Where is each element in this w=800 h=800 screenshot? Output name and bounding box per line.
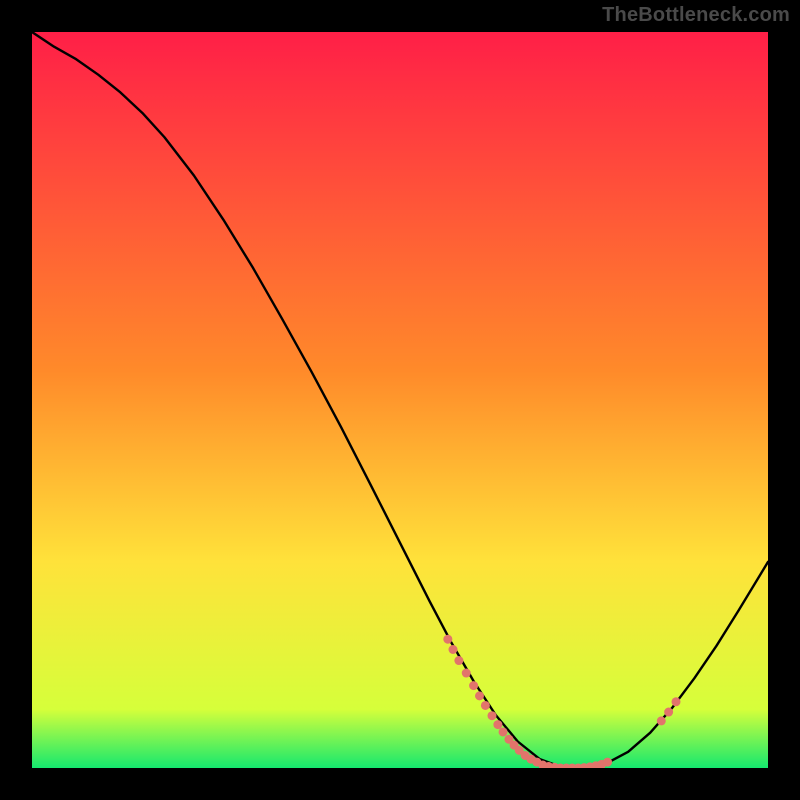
data-point	[454, 656, 463, 665]
data-point	[462, 669, 471, 678]
chart-svg	[32, 32, 768, 768]
data-point	[603, 758, 612, 767]
data-point	[488, 711, 497, 720]
data-point	[469, 681, 478, 690]
data-point	[443, 635, 452, 644]
data-point	[481, 701, 490, 710]
data-point	[448, 645, 457, 654]
plot-area	[32, 32, 768, 768]
data-point	[499, 727, 508, 736]
gradient-background	[32, 32, 768, 768]
data-point	[493, 720, 502, 729]
data-point	[475, 691, 484, 700]
chart-stage: TheBottleneck.com	[0, 0, 800, 800]
data-point	[664, 708, 673, 717]
data-point	[672, 697, 681, 706]
watermark-text: TheBottleneck.com	[602, 4, 790, 27]
data-point	[657, 716, 666, 725]
